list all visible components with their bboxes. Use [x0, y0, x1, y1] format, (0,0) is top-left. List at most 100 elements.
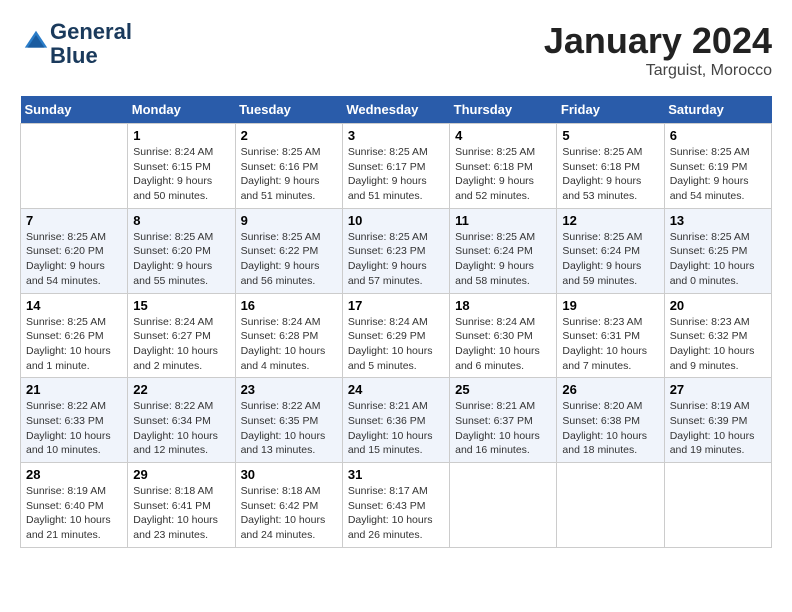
day-info: Sunrise: 8:23 AMSunset: 6:31 PMDaylight:… [562, 315, 658, 374]
daylight-text: Daylight: 10 hours and 1 minute. [26, 344, 122, 373]
day-info: Sunrise: 8:18 AMSunset: 6:42 PMDaylight:… [241, 484, 337, 543]
sunrise-text: Sunrise: 8:21 AM [348, 399, 444, 414]
day-number: 20 [670, 298, 766, 313]
day-number: 6 [670, 128, 766, 143]
calendar-cell: 2Sunrise: 8:25 AMSunset: 6:16 PMDaylight… [235, 124, 342, 209]
calendar-cell: 14Sunrise: 8:25 AMSunset: 6:26 PMDayligh… [21, 293, 128, 378]
calendar-cell: 17Sunrise: 8:24 AMSunset: 6:29 PMDayligh… [342, 293, 449, 378]
day-info: Sunrise: 8:22 AMSunset: 6:33 PMDaylight:… [26, 399, 122, 458]
sunrise-text: Sunrise: 8:24 AM [133, 145, 229, 160]
daylight-text: Daylight: 10 hours and 12 minutes. [133, 429, 229, 458]
sunrise-text: Sunrise: 8:23 AM [562, 315, 658, 330]
sunset-text: Sunset: 6:24 PM [562, 244, 658, 259]
calendar-cell: 19Sunrise: 8:23 AMSunset: 6:31 PMDayligh… [557, 293, 664, 378]
month-title: January 2024 [544, 20, 772, 62]
day-info: Sunrise: 8:25 AMSunset: 6:26 PMDaylight:… [26, 315, 122, 374]
week-row-4: 21 Sunrise: 8:22 AMSunset: 6:33 PMDayligh… [21, 378, 772, 463]
title-block: January 2024 Targuist, Morocco [544, 20, 772, 80]
sunset-text: Sunset: 6:30 PM [455, 329, 551, 344]
calendar-cell: 6Sunrise: 8:25 AMSunset: 6:19 PMDaylight… [664, 124, 771, 209]
daylight-text: Daylight: 10 hours and 18 minutes. [562, 429, 658, 458]
day-number: 23 [241, 382, 337, 397]
sunrise-text: Sunrise: 8:19 AM [670, 399, 766, 414]
daylight-text: Daylight: 9 hours and 52 minutes. [455, 174, 551, 203]
daylight-text: Daylight: 10 hours and 26 minutes. [348, 513, 444, 542]
sunset-text: Sunset: 6:26 PM [26, 329, 122, 344]
day-number: 30 [241, 467, 337, 482]
sunset-text: Sunset: 6:23 PM [348, 244, 444, 259]
sunset-text: Sunset: 6:32 PM [670, 329, 766, 344]
sunrise-text: Sunrise: 8:25 AM [133, 230, 229, 245]
daylight-text: Daylight: 10 hours and 4 minutes. [241, 344, 337, 373]
sunrise-text: Sunrise: 8:22 AM [241, 399, 337, 414]
sunrise-text: Sunrise: 8:24 AM [133, 315, 229, 330]
daylight-text: Daylight: 10 hours and 24 minutes. [241, 513, 337, 542]
calendar-cell: 5Sunrise: 8:25 AMSunset: 6:18 PMDaylight… [557, 124, 664, 209]
day-info: Sunrise: 8:25 AMSunset: 6:22 PMDaylight:… [241, 230, 337, 289]
day-number: 9 [241, 213, 337, 228]
sunset-text: Sunset: 6:31 PM [562, 329, 658, 344]
calendar-table: SundayMondayTuesdayWednesdayThursdayFrid… [20, 96, 772, 548]
calendar-cell: 26Sunrise: 8:20 AMSunset: 6:38 PMDayligh… [557, 378, 664, 463]
sunrise-text: Sunrise: 8:17 AM [348, 484, 444, 499]
weekday-header-saturday: Saturday [664, 96, 771, 124]
sunrise-text: Sunrise: 8:25 AM [455, 145, 551, 160]
calendar-cell: 8 Sunrise: 8:25 AMSunset: 6:20 PMDaylight… [128, 208, 235, 293]
day-number: 11 [455, 213, 551, 228]
day-number: 17 [348, 298, 444, 313]
daylight-text: Daylight: 9 hours and 59 minutes. [562, 259, 658, 288]
daylight-text: Daylight: 10 hours and 16 minutes. [455, 429, 551, 458]
daylight-text: Daylight: 9 hours and 54 minutes. [670, 174, 766, 203]
daylight-text: Daylight: 10 hours and 15 minutes. [348, 429, 444, 458]
calendar-cell: 15Sunrise: 8:24 AMSunset: 6:27 PMDayligh… [128, 293, 235, 378]
day-info: Sunrise: 8:25 AMSunset: 6:25 PMDaylight:… [670, 230, 766, 289]
weekday-header-friday: Friday [557, 96, 664, 124]
sunset-text: Sunset: 6:15 PM [133, 160, 229, 175]
day-number: 3 [348, 128, 444, 143]
weekday-header-wednesday: Wednesday [342, 96, 449, 124]
day-number: 2 [241, 128, 337, 143]
day-number: 8 [133, 213, 229, 228]
calendar-cell: 11Sunrise: 8:25 AMSunset: 6:24 PMDayligh… [450, 208, 557, 293]
logo: General Blue [20, 20, 132, 68]
calendar-cell: 18Sunrise: 8:24 AMSunset: 6:30 PMDayligh… [450, 293, 557, 378]
sunset-text: Sunset: 6:18 PM [455, 160, 551, 175]
sunset-text: Sunset: 6:20 PM [26, 244, 122, 259]
sunrise-text: Sunrise: 8:18 AM [241, 484, 337, 499]
day-number: 24 [348, 382, 444, 397]
day-number: 28 [26, 467, 122, 482]
day-info: Sunrise: 8:22 AMSunset: 6:35 PMDaylight:… [241, 399, 337, 458]
day-number: 5 [562, 128, 658, 143]
sunrise-text: Sunrise: 8:20 AM [562, 399, 658, 414]
weekday-header-row: SundayMondayTuesdayWednesdayThursdayFrid… [21, 96, 772, 124]
sunset-text: Sunset: 6:19 PM [670, 160, 766, 175]
sunset-text: Sunset: 6:22 PM [241, 244, 337, 259]
calendar-cell: 4Sunrise: 8:25 AMSunset: 6:18 PMDaylight… [450, 124, 557, 209]
sunset-text: Sunset: 6:28 PM [241, 329, 337, 344]
sunset-text: Sunset: 6:39 PM [670, 414, 766, 429]
sunrise-text: Sunrise: 8:25 AM [26, 230, 122, 245]
calendar-cell: 29Sunrise: 8:18 AMSunset: 6:41 PMDayligh… [128, 463, 235, 548]
weekday-header-monday: Monday [128, 96, 235, 124]
sunrise-text: Sunrise: 8:22 AM [133, 399, 229, 414]
calendar-cell [450, 463, 557, 548]
calendar-cell: 28Sunrise: 8:19 AMSunset: 6:40 PMDayligh… [21, 463, 128, 548]
sunrise-text: Sunrise: 8:25 AM [348, 145, 444, 160]
day-number: 29 [133, 467, 229, 482]
day-info: Sunrise: 8:25 AMSunset: 6:17 PMDaylight:… [348, 145, 444, 204]
sunset-text: Sunset: 6:42 PM [241, 499, 337, 514]
daylight-text: Daylight: 10 hours and 10 minutes. [26, 429, 122, 458]
day-info: Sunrise: 8:25 AMSunset: 6:24 PMDaylight:… [562, 230, 658, 289]
calendar-cell: 24 Sunrise: 8:21 AMSunset: 6:36 PMDayligh… [342, 378, 449, 463]
day-number: 27 [670, 382, 766, 397]
sunset-text: Sunset: 6:25 PM [670, 244, 766, 259]
day-info: Sunrise: 8:21 AMSunset: 6:36 PMDaylight:… [348, 399, 444, 458]
calendar-cell: 13Sunrise: 8:25 AMSunset: 6:25 PMDayligh… [664, 208, 771, 293]
calendar-cell: 27Sunrise: 8:19 AMSunset: 6:39 PMDayligh… [664, 378, 771, 463]
sunset-text: Sunset: 6:16 PM [241, 160, 337, 175]
daylight-text: Daylight: 9 hours and 55 minutes. [133, 259, 229, 288]
day-info: Sunrise: 8:25 AMSunset: 6:20 PMDaylight:… [133, 230, 229, 289]
sunset-text: Sunset: 6:43 PM [348, 499, 444, 514]
sunset-text: Sunset: 6:40 PM [26, 499, 122, 514]
day-number: 21 [26, 382, 122, 397]
